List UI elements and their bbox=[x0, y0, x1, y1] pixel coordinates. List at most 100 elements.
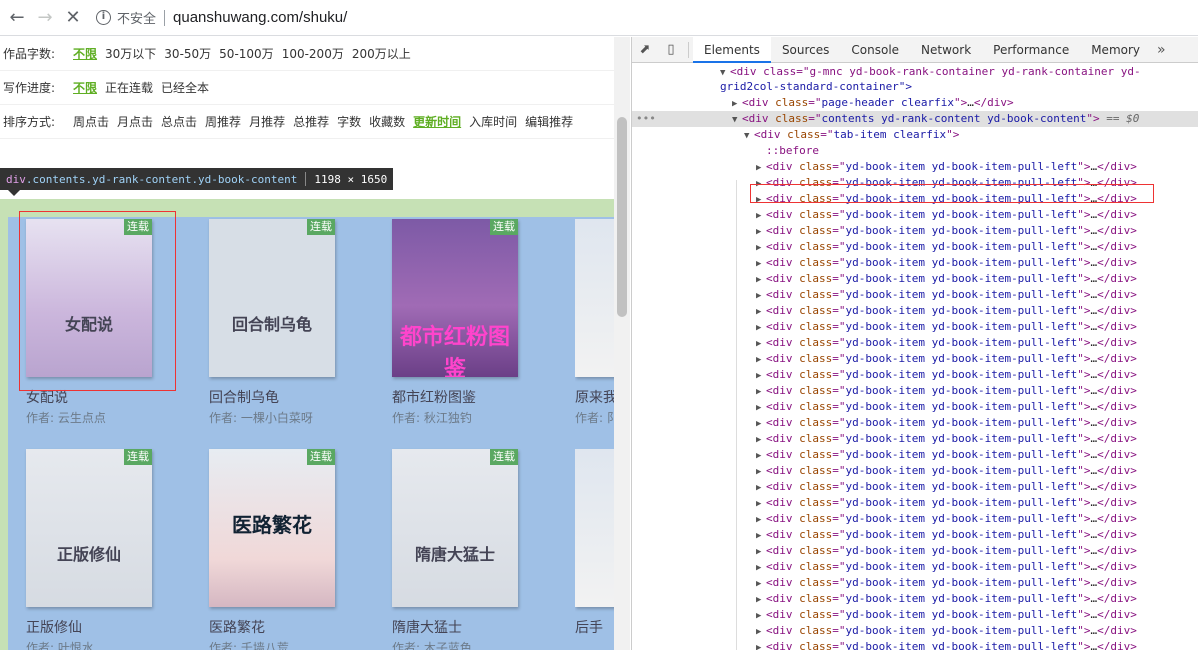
device-toolbar-icon[interactable]: ▯ bbox=[658, 37, 684, 63]
book-title[interactable]: 正版修仙 bbox=[26, 617, 82, 637]
expand-triangle-icon[interactable]: ▶ bbox=[756, 224, 766, 240]
dom-node[interactable]: ▼ <div class="tab-item clearfix"> bbox=[632, 127, 1198, 143]
collapse-triangle-icon[interactable]: ▼ bbox=[744, 128, 754, 144]
dom-node-book-item[interactable]: ▶ <div class="yd-book-item yd-book-item-p… bbox=[632, 431, 1198, 447]
tab-performance[interactable]: Performance bbox=[982, 37, 1080, 63]
expand-triangle-icon[interactable]: ▶ bbox=[756, 352, 766, 368]
dom-node-selected[interactable]: ••• ▼ <div class="contents yd-rank-conten… bbox=[632, 111, 1198, 127]
dom-node-book-item[interactable]: ▶ <div class="yd-book-item yd-book-item-p… bbox=[632, 479, 1198, 495]
dom-node-book-item[interactable]: ▶ <div class="yd-book-item yd-book-item-p… bbox=[632, 271, 1198, 287]
dom-node-book-item[interactable]: ▶ <div class="yd-book-item yd-book-item-p… bbox=[632, 159, 1198, 175]
filter-option[interactable]: 月点击 bbox=[117, 113, 153, 130]
dom-node-book-item[interactable]: ▶ <div class="yd-book-item yd-book-item-p… bbox=[632, 383, 1198, 399]
back-arrow-icon[interactable]: ← bbox=[6, 7, 28, 29]
dom-node-book-item[interactable]: ▶ <div class="yd-book-item yd-book-item-p… bbox=[632, 559, 1198, 575]
tab-network[interactable]: Network bbox=[910, 37, 982, 63]
book-author[interactable]: 作者: 秋江独钓 bbox=[392, 409, 472, 426]
dom-node-book-item[interactable]: ▶ <div class="yd-book-item yd-book-item-p… bbox=[632, 303, 1198, 319]
expand-triangle-icon[interactable]: ▶ bbox=[756, 320, 766, 336]
scrollbar-thumb[interactable] bbox=[617, 117, 627, 317]
dom-node-book-item[interactable]: ▶ <div class="yd-book-item yd-book-item-p… bbox=[632, 335, 1198, 351]
more-actions-icon[interactable]: ••• bbox=[636, 111, 656, 127]
filter-option[interactable]: 200万以上 bbox=[352, 45, 411, 62]
book-cover[interactable]: 回合制乌龟 连载 bbox=[209, 219, 335, 377]
dom-node-book-item[interactable]: ▶ <div class="yd-book-item yd-book-item-p… bbox=[632, 495, 1198, 511]
page-scrollbar[interactable] bbox=[614, 37, 630, 650]
dom-node-book-item[interactable]: ▶ <div class="yd-book-item yd-book-item-p… bbox=[632, 623, 1198, 639]
expand-triangle-icon[interactable]: ▶ bbox=[756, 496, 766, 512]
book-title[interactable]: 隋唐大猛士 bbox=[392, 617, 462, 637]
dom-pseudo[interactable]: ::before bbox=[632, 143, 1198, 159]
tab-console[interactable]: Console bbox=[840, 37, 910, 63]
book-author[interactable]: 作者: 云生点点 bbox=[26, 409, 106, 426]
dom-node-book-item[interactable]: ▶ <div class="yd-book-item yd-book-item-p… bbox=[632, 223, 1198, 239]
book-cover[interactable]: 都市红粉图鉴 连载 bbox=[392, 219, 518, 377]
expand-triangle-icon[interactable]: ▶ bbox=[756, 544, 766, 560]
expand-triangle-icon[interactable]: ▶ bbox=[756, 240, 766, 256]
expand-triangle-icon[interactable]: ▶ bbox=[756, 384, 766, 400]
filter-option[interactable]: 不限 bbox=[73, 79, 97, 96]
expand-triangle-icon[interactable]: ▶ bbox=[756, 576, 766, 592]
book-cover[interactable] bbox=[575, 219, 614, 377]
dom-node-book-item[interactable]: ▶ <div class="yd-book-item yd-book-item-p… bbox=[632, 415, 1198, 431]
address-bar[interactable]: i 不安全 quanshuwang.com/shuku/ bbox=[96, 5, 347, 31]
expand-triangle-icon[interactable]: ▶ bbox=[756, 608, 766, 624]
dom-node-book-item[interactable]: ▶ <div class="yd-book-item yd-book-item-p… bbox=[632, 527, 1198, 543]
expand-triangle-icon[interactable]: ▶ bbox=[756, 256, 766, 272]
filter-option[interactable]: 30-50万 bbox=[164, 45, 211, 62]
filter-option[interactable]: 更新时间 bbox=[413, 113, 461, 130]
filter-option[interactable]: 周点击 bbox=[73, 113, 109, 130]
expand-triangle-icon[interactable]: ▶ bbox=[756, 640, 766, 650]
expand-triangle-icon[interactable]: ▶ bbox=[756, 464, 766, 480]
book-author[interactable]: 作者: 木子蓝色 bbox=[392, 639, 472, 650]
expand-triangle-icon[interactable]: ▶ bbox=[756, 400, 766, 416]
filter-option[interactable]: 总点击 bbox=[161, 113, 197, 130]
expand-triangle-icon[interactable]: ▶ bbox=[756, 528, 766, 544]
expand-triangle-icon[interactable]: ▶ bbox=[756, 208, 766, 224]
book-author[interactable]: 作者: 一棵小白菜呀 bbox=[209, 409, 313, 426]
expand-triangle-icon[interactable]: ▶ bbox=[756, 160, 766, 176]
collapse-triangle-icon[interactable]: ▼ bbox=[732, 112, 742, 128]
dom-node-book-item[interactable]: ▶ <div class="yd-book-item yd-book-item-p… bbox=[632, 447, 1198, 463]
expand-triangle-icon[interactable]: ▶ bbox=[756, 560, 766, 576]
filter-option[interactable]: 编辑推荐 bbox=[525, 113, 573, 130]
url-text[interactable]: quanshuwang.com/shuku/ bbox=[173, 9, 347, 26]
book-author[interactable]: 作者: 千墙八荒 bbox=[209, 639, 289, 650]
dom-node-book-item[interactable]: ▶ <div class="yd-book-item yd-book-item-p… bbox=[632, 591, 1198, 607]
book-author[interactable]: 作者: 叶恨水 bbox=[26, 639, 94, 650]
expand-triangle-icon[interactable]: ▶ bbox=[756, 336, 766, 352]
book-item[interactable]: 后手 bbox=[575, 449, 614, 650]
dom-node-book-item[interactable]: ▶ <div class="yd-book-item yd-book-item-p… bbox=[632, 511, 1198, 527]
filter-option[interactable]: 已经全本 bbox=[161, 79, 209, 96]
book-title[interactable]: 回合制乌龟 bbox=[209, 387, 279, 407]
dom-node-book-item[interactable]: ▶ <div class="yd-book-item yd-book-item-p… bbox=[632, 351, 1198, 367]
filter-option[interactable]: 月推荐 bbox=[249, 113, 285, 130]
stop-loading-icon[interactable]: ✕ bbox=[62, 7, 84, 29]
dom-node-book-item[interactable]: ▶ <div class="yd-book-item yd-book-item-p… bbox=[632, 463, 1198, 479]
expand-triangle-icon[interactable]: ▶ bbox=[756, 592, 766, 608]
more-tabs-icon[interactable]: » bbox=[1151, 42, 1172, 58]
filter-option[interactable]: 字数 bbox=[337, 113, 361, 130]
dom-node-book-item[interactable]: ▶ <div class="yd-book-item yd-book-item-p… bbox=[632, 399, 1198, 415]
filter-option[interactable]: 入库时间 bbox=[469, 113, 517, 130]
expand-triangle-icon[interactable]: ▶ bbox=[756, 480, 766, 496]
expand-triangle-icon[interactable]: ▶ bbox=[756, 272, 766, 288]
dom-node-book-item[interactable]: ▶ <div class="yd-book-item yd-book-item-p… bbox=[632, 255, 1198, 271]
filter-option[interactable]: 收藏数 bbox=[369, 113, 405, 130]
dom-node-book-item[interactable]: ▶ <div class="yd-book-item yd-book-item-p… bbox=[632, 367, 1198, 383]
filter-option[interactable]: 周推荐 bbox=[205, 113, 241, 130]
expand-triangle-icon[interactable]: ▶ bbox=[756, 432, 766, 448]
expand-triangle-icon[interactable]: ▶ bbox=[756, 368, 766, 384]
dom-node-book-item[interactable]: ▶ <div class="yd-book-item yd-book-item-p… bbox=[632, 639, 1198, 650]
dom-node-book-item[interactable]: ▶ <div class="yd-book-item yd-book-item-p… bbox=[632, 239, 1198, 255]
forward-arrow-icon[interactable]: → bbox=[34, 7, 56, 29]
dom-node-book-item[interactable]: ▶ <div class="yd-book-item yd-book-item-p… bbox=[632, 607, 1198, 623]
expand-triangle-icon[interactable]: ▶ bbox=[756, 448, 766, 464]
book-cover[interactable]: 正版修仙 连载 bbox=[26, 449, 152, 607]
expand-triangle-icon[interactable]: ▶ bbox=[756, 416, 766, 432]
expand-triangle-icon[interactable]: ▶ bbox=[756, 512, 766, 528]
book-cover[interactable]: 隋唐大猛士 连载 bbox=[392, 449, 518, 607]
dom-node[interactable]: ▶ <div class="page-header clearfix">…</di… bbox=[632, 95, 1198, 111]
filter-option[interactable]: 50-100万 bbox=[219, 45, 274, 62]
book-title[interactable]: 都市红粉图鉴 bbox=[392, 387, 476, 407]
